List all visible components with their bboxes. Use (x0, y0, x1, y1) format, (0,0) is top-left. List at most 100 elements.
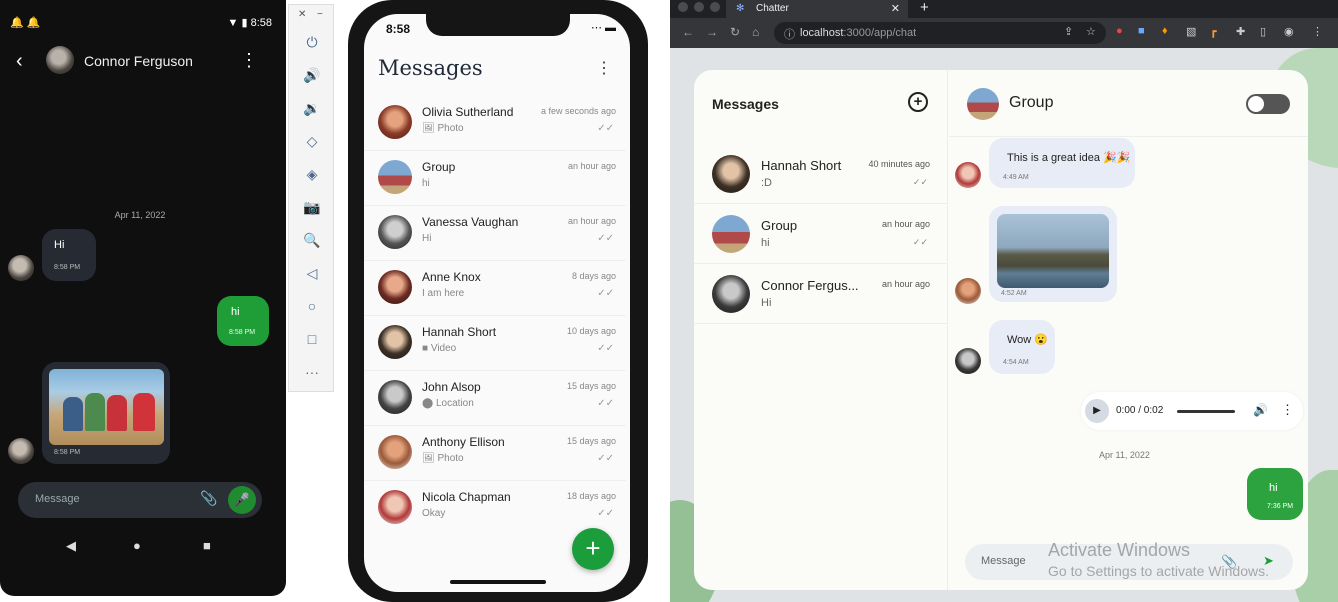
double-check-icon: ✓✓ (597, 233, 614, 244)
conversation-time: 8 days ago (571, 271, 616, 281)
browser-window: ✻ Chatter ✕ + ← → ↻ ⌂ ⓘ localhost:3000/a… (670, 0, 1338, 602)
site-info-icon[interactable]: ⓘ (784, 26, 795, 42)
reload-icon[interactable]: ↻ (730, 25, 740, 39)
back-icon[interactable]: ← (682, 25, 694, 39)
window-minimize-icon[interactable] (694, 2, 704, 12)
chat-item[interactable]: Hannah Short :D 40 minutes ago ✓✓ (694, 144, 948, 204)
page-title: Messages (378, 56, 483, 80)
avatar (378, 435, 412, 469)
android-nav-bar: ◀ ● ■ (0, 530, 286, 562)
chat-sidebar: Messages + Hannah Short :D 40 minutes ag… (694, 70, 948, 590)
message-input[interactable]: Message (35, 493, 80, 505)
conversation-item[interactable]: Vanessa Vaughan Hi an hour ago ✓✓ (364, 206, 626, 261)
more-vert-icon[interactable]: ⋮ (596, 58, 612, 78)
address-bar[interactable]: ⓘ localhost:3000/app/chat (774, 22, 1106, 44)
message-time: 7:36 PM (1267, 503, 1294, 510)
home-icon[interactable]: ○ (301, 295, 323, 317)
location-icon: ⬤ (422, 398, 434, 409)
profile-icon[interactable]: ◉ (1284, 25, 1294, 38)
double-check-icon: ✓✓ (912, 177, 928, 187)
chat-time: an hour ago (881, 279, 930, 289)
close-tab-icon[interactable]: ✕ (891, 2, 900, 15)
nav-recents-icon[interactable]: ■ (203, 538, 211, 553)
audio-player[interactable]: ▶ 0:00 / 0:02 🔊 ⋮ (1081, 392, 1303, 430)
more-vert-icon[interactable]: ⋮ (1281, 402, 1294, 418)
conversation-time: an hour ago (567, 161, 616, 171)
conversation-item[interactable]: Hannah Short ■ Video 10 days ago ✓✓ (364, 316, 626, 371)
camera-icon[interactable]: 📷 (301, 196, 323, 218)
extensions-puzzle-icon[interactable]: ✚ (1236, 25, 1245, 38)
chat-item[interactable]: Connor Fergus... Hi an hour ago (694, 264, 948, 324)
tab-title: Chatter (756, 3, 789, 14)
preview-text: Video (430, 343, 457, 354)
conversation-preview: 🖼 Photo (422, 453, 464, 464)
message-composer[interactable]: Message 📎 🎤 (18, 482, 262, 518)
translate-icon[interactable]: ■ (1138, 25, 1145, 37)
chat-name: Hannah Short (761, 158, 842, 173)
tab-chatter[interactable]: ✻ Chatter ✕ (726, 0, 908, 18)
share-icon[interactable]: ⇪ (1064, 25, 1073, 38)
mic-icon[interactable]: 🎤 (228, 486, 256, 514)
group-avatar[interactable] (967, 88, 999, 120)
close-icon[interactable]: ✕ (298, 9, 306, 20)
volume-down-icon[interactable]: 🔉 (301, 97, 323, 119)
conversation-item[interactable]: Anthony Ellison 🖼 Photo 15 days ago ✓✓ (364, 426, 626, 481)
play-icon[interactable]: ▶ (1085, 399, 1109, 423)
zoom-icon[interactable]: 🔍 (301, 229, 323, 251)
window-close-icon[interactable] (678, 2, 688, 12)
conversation-item[interactable]: John Alsop ⬤ Location 15 days ago ✓✓ (364, 371, 626, 426)
attach-icon[interactable]: 📎 (200, 490, 217, 507)
shared-photo[interactable] (49, 369, 164, 445)
browser-menu-icon[interactable]: ⋮ (1312, 25, 1323, 38)
android-emulator: 🔔 🔔 ▼ ▮ 8:58 ‹ Connor Ferguson ⋮ Apr 11,… (0, 0, 286, 596)
nav-back-icon[interactable]: ◀ (66, 538, 76, 554)
sidebar-icon[interactable]: ▯ (1260, 25, 1266, 38)
extension-icon[interactable]: ┏ (1210, 25, 1217, 38)
shared-island-photo[interactable] (997, 214, 1109, 288)
rotate-left-icon[interactable]: ◇ (301, 130, 323, 152)
home-icon[interactable]: ⌂ (752, 25, 759, 39)
sent-message[interactable]: hi 7:36 PM (1247, 468, 1303, 520)
received-message[interactable]: Wow 😮 4:54 AM (989, 320, 1055, 374)
received-message[interactable]: Hi 8:58 PM (42, 229, 96, 281)
forward-icon[interactable]: → (706, 25, 718, 39)
photo-person (133, 393, 155, 431)
more-vert-icon[interactable]: ⋮ (240, 50, 258, 71)
nav-home-icon[interactable]: ● (133, 538, 141, 553)
received-image-message[interactable]: 4:52 AM (989, 206, 1117, 302)
conversation-item[interactable]: Olivia Sutherland 🖼 Photo a few seconds … (364, 96, 626, 151)
theme-toggle[interactable] (1246, 94, 1290, 114)
message-text: hi (1269, 482, 1278, 494)
conversation-item[interactable]: Group hi an hour ago (364, 151, 626, 206)
overview-icon[interactable]: □ (301, 328, 323, 350)
address-bar-row: ← → ↻ ⌂ ⓘ localhost:3000/app/chat ⇪ ☆ ● … (670, 18, 1338, 48)
sent-message[interactable]: hi 8:58 PM (217, 296, 269, 346)
extension-icon[interactable]: ♦ (1162, 25, 1168, 37)
more-horiz-icon[interactable]: ··· (301, 361, 323, 383)
audio-progress-slider[interactable] (1177, 410, 1235, 413)
new-tab-icon[interactable]: + (920, 0, 929, 16)
android-status-bar: 🔔 🔔 ▼ ▮ 8:58 (0, 0, 286, 42)
new-chat-button[interactable]: + (572, 528, 614, 570)
volume-up-icon[interactable]: 🔊 (301, 64, 323, 86)
received-image-message[interactable]: 8:58 PM (42, 362, 170, 464)
message-input[interactable]: Message (981, 555, 1026, 567)
volume-icon[interactable]: 🔊 (1253, 403, 1268, 417)
video-icon: ■ (422, 343, 429, 354)
rotate-right-icon[interactable]: ◈ (301, 163, 323, 185)
bookmark-star-icon[interactable]: ☆ (1086, 25, 1096, 38)
contact-avatar[interactable] (46, 46, 74, 74)
extension-icon[interactable]: ▧ (1186, 25, 1196, 38)
window-maximize-icon[interactable] (710, 2, 720, 12)
back-icon[interactable]: ◁ (301, 262, 323, 284)
received-message[interactable]: This is a great idea 🎉🎉 4:49 AM (989, 138, 1135, 188)
extension-icon[interactable]: ● (1116, 25, 1123, 37)
minimize-icon[interactable]: − (317, 9, 323, 20)
conversation-item[interactable]: Anne Knox I am here 8 days ago ✓✓ (364, 261, 626, 316)
power-icon[interactable]: ⏻ (301, 31, 323, 53)
back-arrow-icon[interactable]: ‹ (16, 50, 23, 73)
double-check-icon: ✓✓ (597, 123, 614, 134)
chat-item[interactable]: Group hi an hour ago ✓✓ (694, 204, 948, 264)
image-icon: 🖼 (422, 453, 435, 464)
add-chat-icon[interactable]: + (908, 92, 928, 112)
